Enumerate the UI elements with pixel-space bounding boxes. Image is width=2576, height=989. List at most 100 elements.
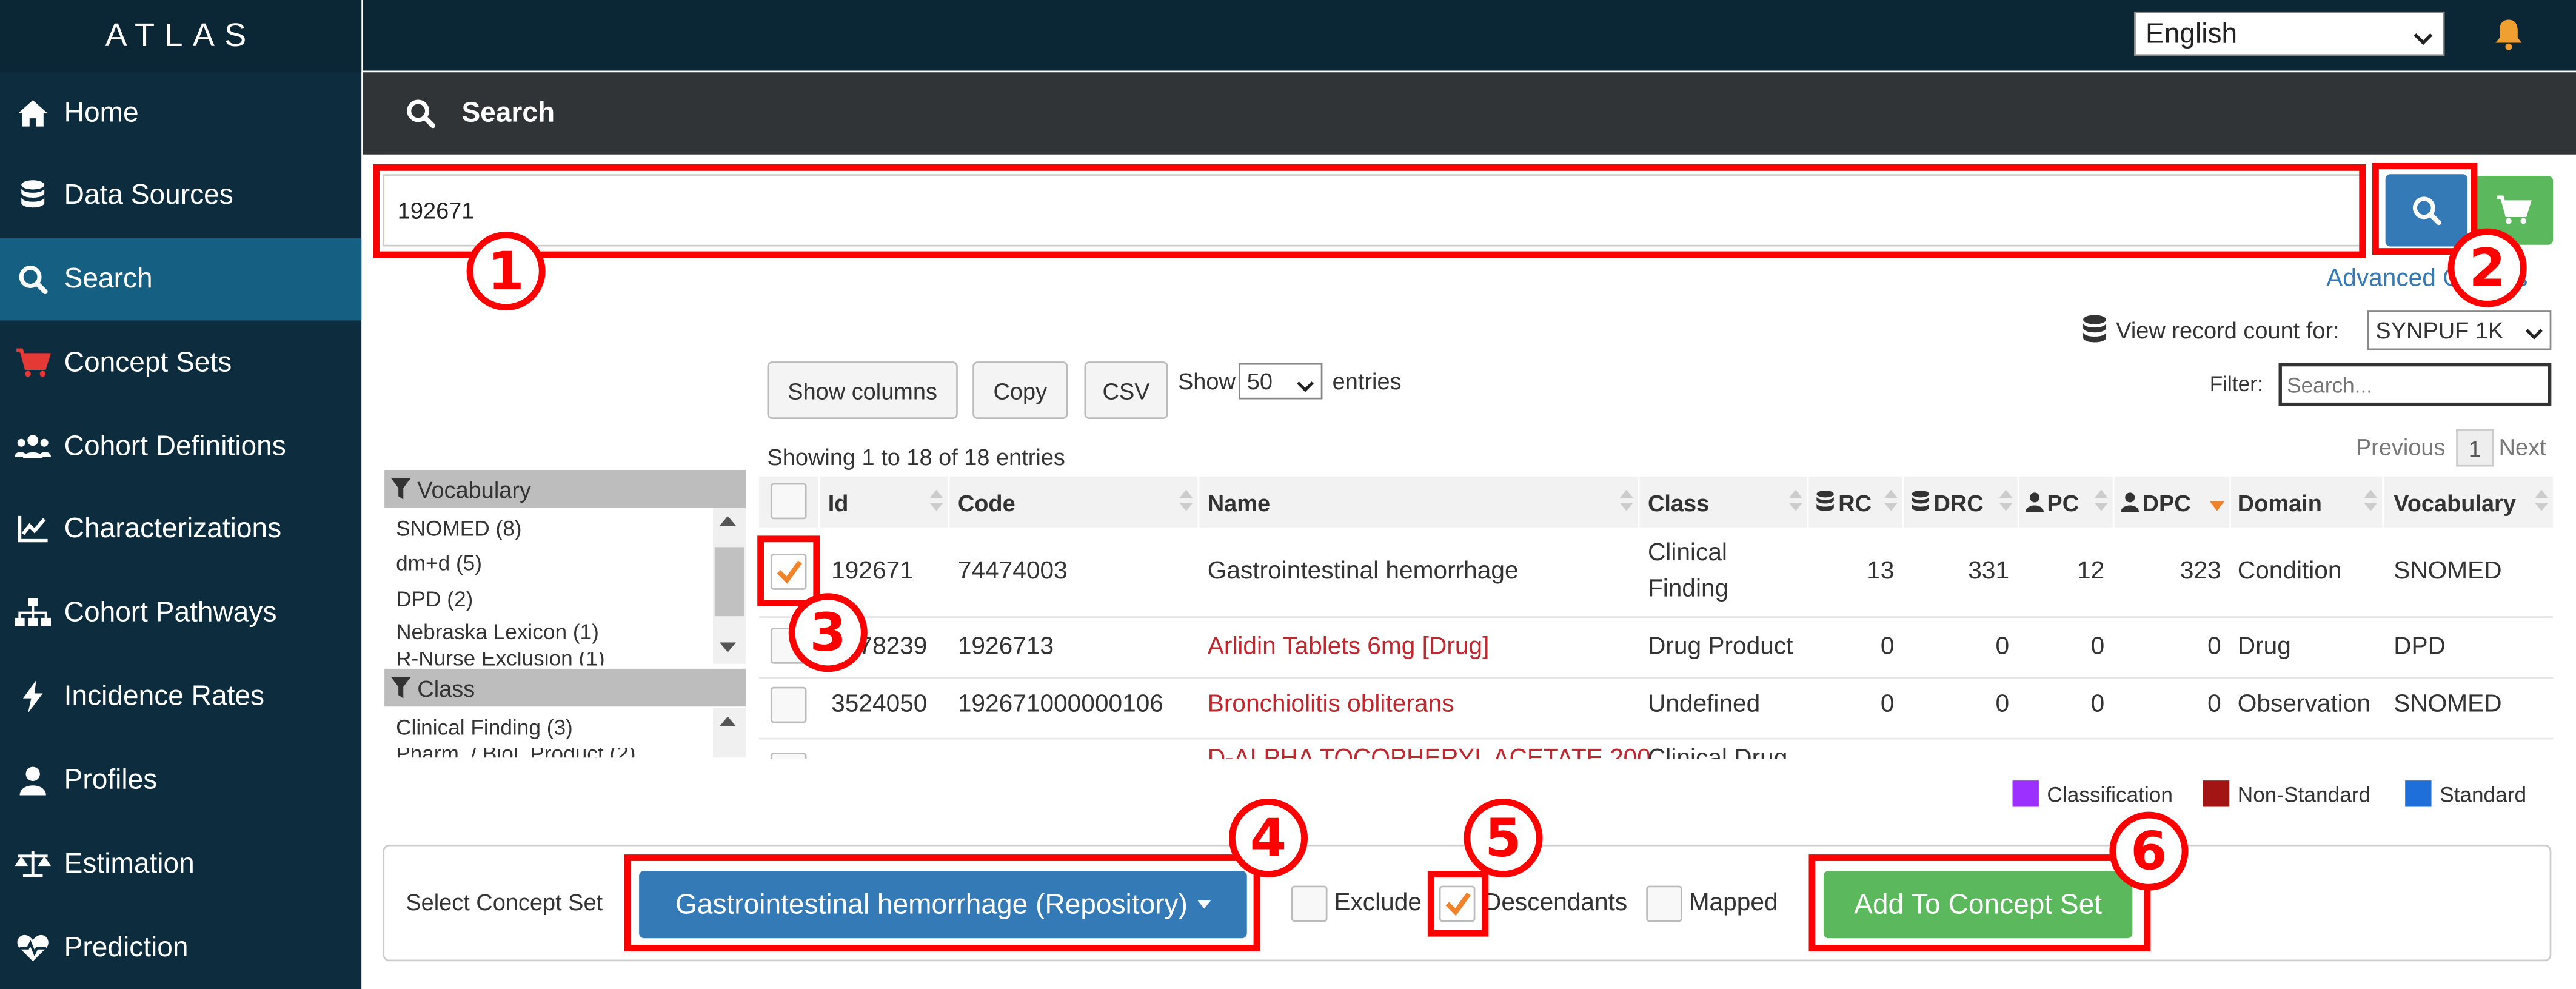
sidebar-item-label: Characterizations [64,512,282,544]
pagination-next[interactable]: Next [2499,434,2546,460]
facet-scrollbar[interactable] [713,708,746,758]
sidebar-item-home[interactable]: Home [0,72,361,154]
column-header-vocabulary[interactable]: Vocabulary [2383,476,2554,528]
cell-dpc: 323 [2180,557,2221,585]
cell-name-link[interactable]: Gastrointestinal hemorrhage [1208,557,1519,585]
exclude-checkbox[interactable] [1291,885,1328,922]
copy-button[interactable]: Copy [972,361,1068,420]
pagination-page[interactable]: 1 [2456,429,2494,467]
sidebar-item-label: Cohort Pathways [64,596,277,628]
cell-drc: 0 [1995,690,2010,719]
facet-item[interactable]: Nebraska Lexicon (1) [396,620,599,645]
select-concept-set-label: Select Concept Set [406,889,603,916]
cell-name-link[interactable]: Bronchiolitis obliterans [1208,690,1454,718]
sort-icon [1788,489,1802,516]
select-all-checkbox[interactable] [770,483,807,520]
user-icon [2026,491,2044,512]
sort-icon [1619,489,1633,516]
add-to-concept-set-button[interactable]: Add To Concept Set [1823,871,2133,939]
column-header-domain[interactable]: Domain [2230,476,2383,528]
cell-name-link[interactable]: Arlidin Tablets 6mg [Drug] [1208,632,1490,660]
row-checkbox[interactable] [770,554,807,590]
checkmark-icon [777,560,802,584]
sidebar-item-label: Estimation [64,848,195,879]
csv-button[interactable]: CSV [1084,361,1168,420]
sidebar-item-data-sources[interactable]: Data Sources [0,155,361,236]
sidebar-item-search[interactable]: Search [0,238,362,321]
balance-scale-icon [15,850,52,879]
callout-3: 3 [788,593,868,672]
cell-class: Clinical [1647,538,1727,567]
record-source-select[interactable]: SYNPUF 1K [2367,310,2552,350]
cell-id: 192671 [831,557,914,585]
row-checkbox[interactable] [770,686,807,723]
language-select[interactable]: English [2134,11,2445,56]
database-icon [1815,490,1835,515]
legend-label: Standard [2440,782,2527,807]
record-count-label: View record count for: [2116,317,2340,344]
database-icon [15,179,51,212]
column-header-dpc[interactable]: DPC [2114,476,2230,528]
facet-item[interactable]: dm+d (5) [396,551,482,575]
show-label: Show [1177,367,1236,395]
bell-icon[interactable] [2494,18,2524,59]
column-header-rc[interactable]: RC [1808,476,1902,528]
entries-select[interactable]: 50 [1239,363,1323,400]
facet-scrollbar[interactable] [713,508,746,664]
facet-class-header[interactable]: Class [384,668,746,707]
column-header-name[interactable]: Name [1199,476,1638,528]
mapped-checkbox[interactable] [1646,885,1682,922]
sidebar-item-profiles[interactable]: Profiles [0,739,361,821]
facet-item[interactable]: DPD (2) [396,586,473,611]
sidebar-item-cohort-pathways[interactable]: Cohort Pathways [0,572,361,654]
heartbeat-icon [15,933,51,963]
filter-icon [390,677,411,699]
facet-item[interactable]: Clinical Finding (3) [396,715,573,740]
cell-name-link[interactable]: D-ALPHA TOCOPHERYL ACETATE 200 [1208,745,1651,759]
sidebar-item-incidence-rates[interactable]: Incidence Rates [0,655,361,737]
cell-rc: 0 [1880,632,1895,661]
sidebar-item-label: Prediction [64,931,189,963]
descendants-checkbox[interactable] [1439,885,1476,922]
facet-item[interactable]: SNOMED (8) [396,516,521,541]
cell-id: 3524050 [831,690,928,719]
column-header-drc[interactable]: DRC [1904,476,2018,528]
column-header-pc[interactable]: PC [2019,476,2113,528]
column-header-code[interactable]: Code [949,476,1198,528]
column-header-class[interactable]: Class [1639,476,1807,528]
brand-logo: ATLAS [0,0,362,73]
facet-vocabulary-header[interactable]: Vocabulary [384,470,746,508]
cart-icon [2495,195,2532,225]
checkmark-icon [1445,892,1471,916]
sidebar-item-characterizations[interactable]: Characterizations [0,488,361,570]
sort-icon [1884,489,1898,516]
search-button[interactable] [2385,174,2468,247]
cell-rc: 0 [1880,690,1895,719]
cell-code: 74474003 [957,557,1068,585]
sidebar-item-prediction[interactable]: Prediction [0,907,361,989]
cell-code: 1926713 [957,632,1054,661]
facet-title: Vocabulary [417,475,532,502]
show-columns-button[interactable]: Show columns [767,361,958,420]
row-checkbox[interactable] [770,753,807,759]
record-source-value: SYNPUF 1K [2375,317,2504,344]
pagination-previous[interactable]: Previous [2356,434,2446,460]
cell-vocabulary: SNOMED [2394,690,2502,719]
filter-input[interactable] [2278,363,2552,406]
sidebar-item-label: Incidence Rates [64,680,265,712]
sidebar-item-estimation[interactable]: Estimation [0,823,361,905]
sidebar-item-label: Data Sources [64,179,233,210]
page-title-bar: Search [363,72,2576,155]
language-value: English [2146,17,2238,49]
sidebar-item-cohort-definitions[interactable]: Cohort Definitions [0,406,361,488]
filter-icon [390,478,411,500]
cell-pc: 0 [2090,690,2105,719]
column-header-id[interactable]: Id [820,476,948,528]
search-input[interactable]: 192671 [383,174,2364,247]
cell-dpc: 0 [2207,632,2221,661]
sort-icon [2364,489,2378,516]
concept-set-dropdown[interactable]: Gastrointestinal hemorrhage (Repository) [639,871,1247,939]
sidebar-item-concept-sets[interactable]: Concept Sets [0,322,361,404]
facet-title: Class [417,674,475,701]
cell-dpc: 0 [2207,690,2221,719]
